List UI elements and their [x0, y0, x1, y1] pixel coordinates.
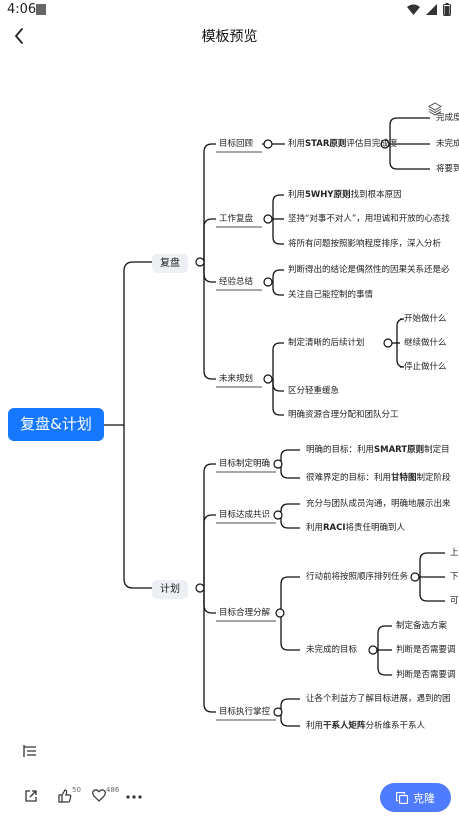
status-time: 4:06 [7, 2, 37, 17]
node-gantt[interactable]: 很难界定的目标：利用甘特图制定阶段 [306, 473, 451, 484]
mindmap-canvas[interactable]: 复盘&计划 复盘 计划 目标回顾 工作复盘 经验总结 未来规划 利用STAR原则… [0, 56, 459, 736]
node-work-item-2[interactable]: 坚持“对事不对人”，用坦诚和开放的心态找 [288, 214, 450, 225]
copy-icon [396, 791, 408, 804]
node-future-plan-item[interactable]: 制定清晰的后续计划 [288, 338, 365, 349]
node-dec-child-2[interactable]: 下 [450, 572, 459, 583]
heart-icon[interactable] [92, 789, 106, 802]
more-icon[interactable] [126, 795, 142, 799]
node-star-child-2[interactable]: 未完成 [436, 139, 459, 150]
outline-icon[interactable] [22, 743, 38, 759]
node-plan[interactable]: 计划 [152, 580, 188, 599]
node-cons-item-1[interactable]: 充分与团队成员沟通，明确地展示出来 [306, 499, 451, 510]
like-count: 50 [72, 786, 81, 794]
node-backup-plan[interactable]: 制定备选方案 [396, 621, 447, 632]
node-star-child-1[interactable]: 完成度 [436, 113, 459, 124]
wifi-icon [407, 4, 420, 15]
node-adjust-1[interactable]: 判断是否需要调 [396, 645, 456, 656]
node-start-doing[interactable]: 开始做什么 [404, 314, 447, 325]
node-priority[interactable]: 区分轻重缓急 [288, 386, 339, 397]
node-raci[interactable]: 利用RACI将责任明确到人 [306, 523, 405, 534]
node-exp-item-1[interactable]: 判断得出的结论是偶然性的因果关系还是必 [288, 265, 450, 276]
node-stop-doing[interactable]: 停止做什么 [404, 362, 447, 373]
node-exp-item-2[interactable]: 关注自己能控制的事情 [288, 290, 373, 301]
mindmap-root-node[interactable]: 复盘&计划 [8, 408, 104, 441]
node-continue-doing[interactable]: 继续做什么 [404, 338, 447, 349]
node-experience[interactable]: 经验总结 [219, 277, 253, 288]
node-star[interactable]: 利用STAR原则评估目完成度 [288, 139, 397, 150]
node-dec-item-1[interactable]: 行动前将按照顺序排列任务 [306, 572, 408, 583]
node-5why[interactable]: 利用5WHY原则找到根本原因 [288, 190, 402, 201]
node-smart[interactable]: 明确的目标：利用SMART原则制定目 [306, 445, 450, 456]
clone-label: 克隆 [413, 791, 435, 805]
node-dec-item-2[interactable]: 未完成的目标 [306, 645, 357, 656]
node-star-child-3[interactable]: 将要到 [436, 164, 459, 175]
status-bar: 4:06 [0, 0, 459, 20]
page-title: 模板预览 [201, 29, 258, 45]
node-consensus[interactable]: 目标达成共识 [219, 510, 270, 521]
node-dec-child-3[interactable]: 可 [450, 596, 459, 607]
node-ctrl-item-1[interactable]: 让各个利益方了解目标进展，遇到的困 [306, 694, 451, 705]
node-resources[interactable]: 明确资源合理分配和团队分工 [288, 410, 399, 421]
clone-button[interactable]: 克隆 [380, 783, 451, 812]
node-stakeholder[interactable]: 利用干系人矩阵分析维系干系人 [306, 721, 425, 732]
node-decompose[interactable]: 目标合理分解 [219, 608, 270, 619]
title-bar: 模板预览 [0, 20, 459, 52]
thumbs-up-icon[interactable] [58, 789, 72, 803]
share-icon[interactable] [24, 789, 38, 803]
favorite-count: 486 [106, 786, 120, 794]
download-icon [36, 4, 46, 15]
battery-icon [443, 3, 451, 16]
signal-icon [426, 4, 437, 15]
node-adjust-2[interactable]: 判断是否需要调 [396, 670, 456, 681]
node-dec-child-1[interactable]: 上 [450, 548, 459, 559]
node-work-review[interactable]: 工作复盘 [219, 214, 253, 225]
node-work-item-3[interactable]: 将所有问题按照影响程度排序，深入分析 [288, 239, 441, 250]
node-future-plan[interactable]: 未来规划 [219, 374, 253, 385]
node-control[interactable]: 目标执行掌控 [219, 707, 270, 718]
node-review[interactable]: 复盘 [152, 254, 188, 273]
node-goal-review[interactable]: 目标回顾 [219, 139, 253, 150]
mindmap-connectors [104, 117, 445, 727]
node-goal-clear[interactable]: 目标制定明确 [219, 459, 270, 470]
status-icons [407, 3, 451, 16]
